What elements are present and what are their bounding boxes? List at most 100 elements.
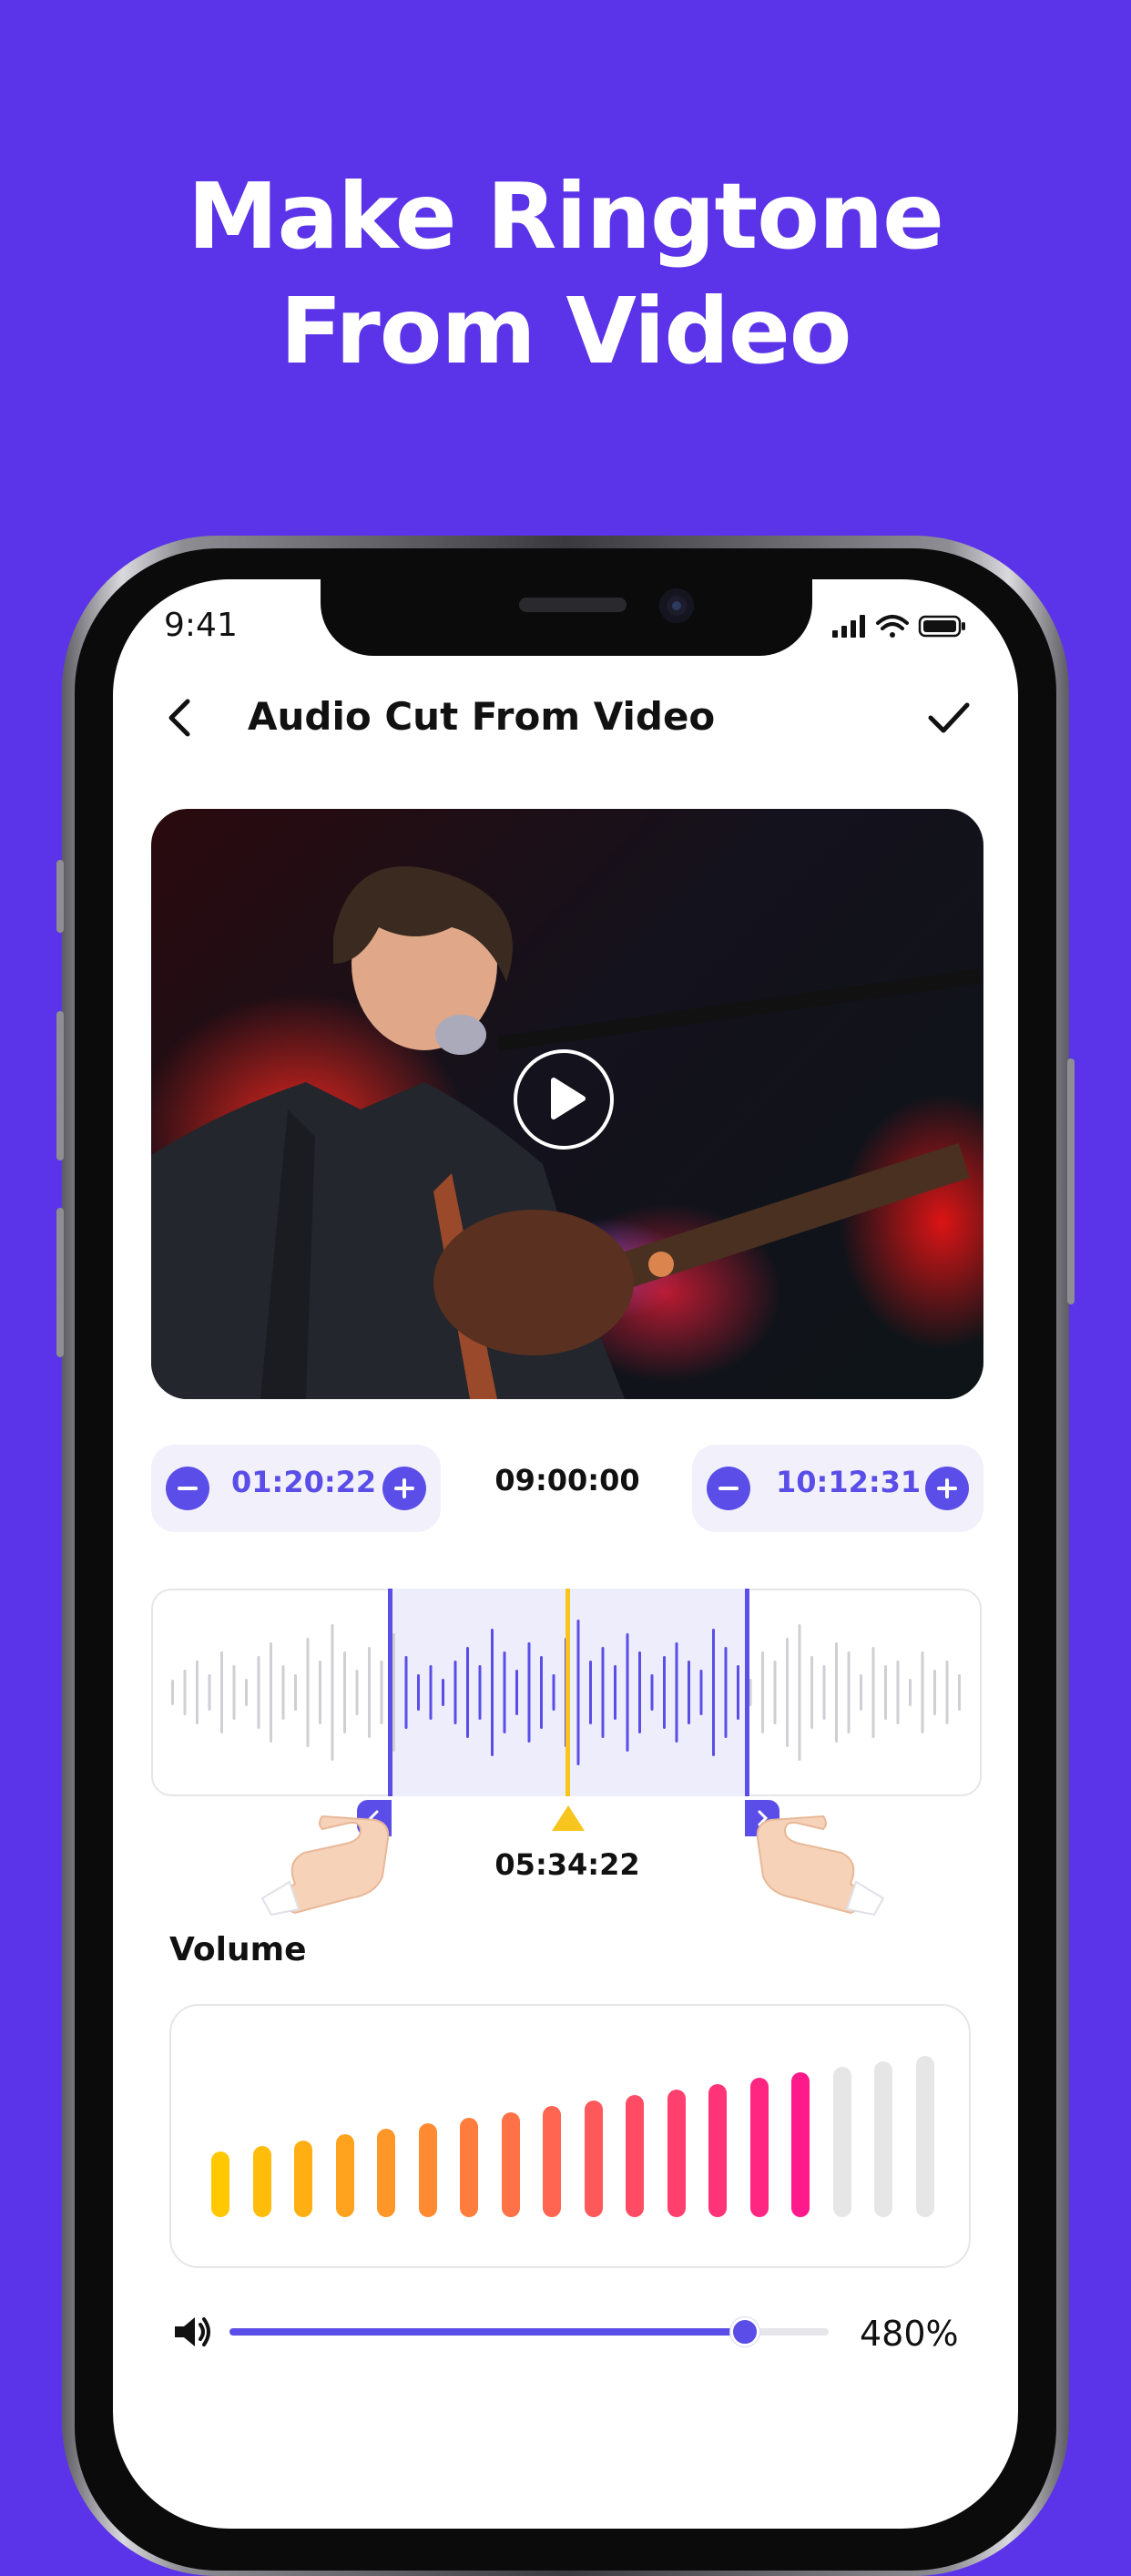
waveform-bar: [281, 1665, 285, 1720]
headline-line-1: Make Ringtone: [187, 163, 944, 270]
volume-visualizer: [169, 2004, 971, 2268]
volume-slider[interactable]: [229, 2317, 829, 2346]
battery-icon: [918, 615, 965, 638]
waveform-bar: [847, 1651, 851, 1733]
playhead[interactable]: [566, 1589, 570, 1796]
headline-line-2: From Video: [280, 278, 852, 384]
waveform-bar: [712, 1629, 715, 1756]
volume-bar: [832, 2067, 851, 2217]
waveform-bar: [540, 1656, 543, 1729]
wifi-icon: [876, 615, 909, 638]
selection-end-handle[interactable]: [745, 1589, 749, 1796]
volume-bar: [543, 2106, 561, 2217]
waveform-bar: [257, 1656, 260, 1729]
selection-start-handle[interactable]: [388, 1589, 392, 1796]
waveform-bar: [724, 1647, 728, 1738]
waveform-bar: [675, 1642, 678, 1743]
waveform-bar: [835, 1642, 838, 1743]
plus-icon: [394, 1478, 414, 1498]
waveform-bar: [294, 1674, 297, 1711]
waveform-bar: [392, 1633, 395, 1752]
speaker-grille: [519, 598, 627, 612]
end-time-control: 10:12:31: [692, 1445, 983, 1532]
duration-time: 09:00:00: [494, 1463, 640, 1498]
waveform-bar: [171, 1680, 174, 1705]
waveform-bar: [442, 1679, 444, 1706]
start-time: 01:20:22: [231, 1465, 377, 1499]
signal-icon: [832, 615, 865, 638]
volume-slider-thumb[interactable]: [729, 2317, 759, 2346]
start-time-control: 01:20:22: [151, 1445, 441, 1532]
video-preview[interactable]: [151, 809, 983, 1399]
waveform-bar: [601, 1647, 605, 1738]
start-increase-button[interactable]: [382, 1467, 426, 1510]
waveform-bar: [478, 1665, 482, 1720]
waveform-bar: [196, 1661, 199, 1724]
page-title: Audio Cut From Video: [248, 694, 716, 739]
speaker-icon: [175, 2317, 210, 2346]
waveform-bar: [626, 1633, 629, 1752]
waveform-bar: [515, 1670, 518, 1715]
waveform-bar: [368, 1647, 371, 1738]
waveform-bar: [884, 1665, 887, 1720]
volume-bar: [749, 2078, 769, 2217]
play-button[interactable]: [514, 1049, 614, 1150]
end-decrease-button[interactable]: [707, 1467, 750, 1510]
waveform-bar: [466, 1647, 469, 1738]
waveform-bar: [208, 1674, 211, 1711]
volume-label: Volume: [169, 1931, 307, 1968]
end-increase-button[interactable]: [925, 1467, 969, 1510]
hand-pointer-right-icon: [756, 1814, 885, 1917]
hand-pointer-left-icon: [260, 1814, 390, 1917]
waveform-bar: [822, 1665, 826, 1720]
waveform-bar: [527, 1642, 531, 1743]
waveform-bar: [860, 1674, 862, 1711]
volume-bar: [874, 2060, 892, 2217]
waveform-bar: [921, 1651, 924, 1733]
minus-icon: [178, 1487, 198, 1490]
waveform-bar: [699, 1670, 703, 1715]
volume-slider-fill: [229, 2328, 745, 2336]
volume-bar: [252, 2145, 271, 2217]
waveform-bar: [331, 1624, 334, 1761]
waveform-bar: [319, 1661, 321, 1724]
volume-value: 480%: [860, 2314, 959, 2354]
volume-bar: [377, 2129, 395, 2217]
waveform-bar: [380, 1661, 383, 1724]
play-icon: [551, 1078, 586, 1119]
waveform-bar: [786, 1638, 789, 1747]
waveform-bar: [404, 1656, 408, 1729]
waveform-bar: [589, 1661, 592, 1724]
waveform-bar: [638, 1651, 641, 1733]
waveform-bar: [552, 1674, 555, 1711]
headline: Make Ringtone From Video: [0, 159, 1131, 389]
power-button: [1067, 1058, 1075, 1304]
waveform-bar: [945, 1661, 949, 1724]
volume-down-button: [56, 1208, 64, 1357]
playhead-time: 05:34:22: [494, 1847, 640, 1882]
status-time: 9:41: [164, 607, 238, 644]
volume-bar: [667, 2089, 686, 2217]
phone-screen: 9:41 Audio Cut From Video 01:20:22 09:00…: [113, 579, 1018, 2529]
waveform-bar: [503, 1651, 506, 1733]
volume-up-button: [56, 1011, 64, 1160]
waveform-bar: [491, 1629, 494, 1756]
waveform-bar: [761, 1651, 764, 1733]
back-button[interactable]: [158, 690, 204, 745]
confirm-button[interactable]: [923, 692, 974, 743]
notch: [321, 579, 812, 656]
waveform-bar: [270, 1642, 272, 1743]
waveform-bar: [306, 1638, 310, 1747]
plus-icon: [937, 1478, 957, 1498]
waveform-bar: [614, 1665, 616, 1720]
volume-bar: [418, 2123, 437, 2217]
camera-icon: [659, 588, 694, 623]
chevron-left-icon: [168, 699, 190, 737]
waveform-bar: [871, 1647, 875, 1738]
waveform-bar: [417, 1674, 420, 1711]
start-decrease-button[interactable]: [166, 1467, 209, 1510]
waveform-bar: [343, 1651, 346, 1733]
waveform-bar: [773, 1661, 777, 1724]
end-time: 10:12:31: [776, 1465, 922, 1499]
volume-bar: [460, 2117, 478, 2217]
